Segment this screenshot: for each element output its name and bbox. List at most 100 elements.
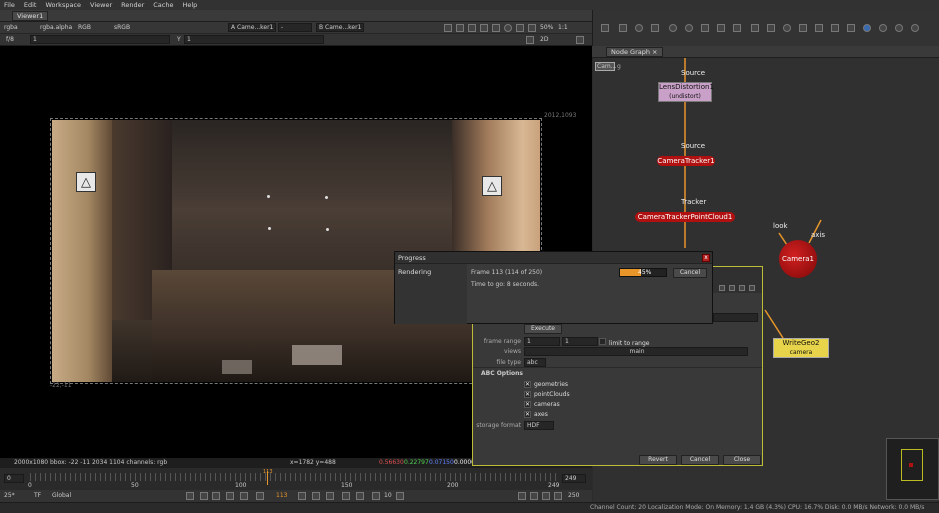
current-frame-field[interactable]: 113 <box>276 492 287 499</box>
alpha-select[interactable]: rgba.alpha <box>40 23 72 33</box>
menu-help[interactable]: Help <box>182 1 197 9</box>
keyer-icon[interactable] <box>701 24 709 32</box>
furnace-icon[interactable] <box>863 24 871 32</box>
colorspace-select[interactable]: RGB <box>78 23 91 33</box>
transform-icon[interactable] <box>733 24 741 32</box>
progress-cancel-button[interactable]: Cancel <box>673 268 707 278</box>
revert-button[interactable]: Revert <box>639 455 677 465</box>
pause-icon[interactable] <box>516 24 524 32</box>
frame-range-start[interactable]: 1 <box>524 337 560 346</box>
menu-render[interactable]: Render <box>121 1 144 9</box>
tf-select[interactable]: TF <box>34 492 41 499</box>
ocula-icon[interactable] <box>879 24 887 32</box>
refresh-icon[interactable] <box>504 24 512 32</box>
limit-to-range-checkbox[interactable]: limit to range <box>599 338 649 347</box>
global-select[interactable]: Global <box>52 492 71 499</box>
tab-node-graph[interactable]: Node Graph × <box>606 47 663 57</box>
input-b-select[interactable]: B Came...ker1 <box>316 23 364 32</box>
pointclouds-checkbox[interactable]: ✕ pointClouds <box>524 391 570 398</box>
skip-back-icon[interactable] <box>372 492 380 500</box>
fps-select[interactable]: 25* <box>4 492 15 499</box>
mask-icon[interactable] <box>468 24 476 32</box>
play-reverse-icon[interactable] <box>256 492 264 500</box>
views-icon[interactable] <box>767 24 775 32</box>
zoom-select[interactable]: 50% <box>540 23 553 33</box>
lock-icon[interactable] <box>526 36 534 44</box>
gain-slider[interactable]: 1 <box>30 35 170 44</box>
channel-icon[interactable] <box>651 24 659 32</box>
node-camera-tracker-point-cloud[interactable]: CameraTrackerPointCloud1 <box>635 212 735 222</box>
guides-icon[interactable] <box>480 24 488 32</box>
cancel-button[interactable]: Cancel <box>681 455 719 465</box>
particles-icon[interactable] <box>815 24 823 32</box>
lock-range-icon[interactable] <box>530 492 538 500</box>
frame-range-end[interactable]: 1 <box>562 337 598 346</box>
end-frame-field[interactable]: 250 <box>568 492 579 499</box>
time-icon[interactable] <box>635 24 643 32</box>
views-select[interactable]: main <box>524 347 748 356</box>
cache-icon[interactable] <box>528 24 536 32</box>
execute-button[interactable]: Execute <box>524 324 562 334</box>
merge-icon[interactable] <box>717 24 725 32</box>
progress-close-button[interactable]: x <box>702 254 710 262</box>
file-type-select[interactable]: abc <box>524 358 546 367</box>
color-icon[interactable] <box>669 24 677 32</box>
gamma-slider[interactable]: 1 <box>184 35 324 44</box>
set-out-icon[interactable] <box>356 492 364 500</box>
tab-viewer1[interactable]: Viewer1 <box>12 11 49 21</box>
file-path-field[interactable] <box>713 313 758 322</box>
camera-tag[interactable]: Cam... <box>595 62 616 71</box>
menu-workspace[interactable]: Workspace <box>45 1 81 9</box>
metadata-icon[interactable] <box>799 24 807 32</box>
timeline[interactable]: 0 113 0 50 100 150 200 249 249 <box>0 468 592 490</box>
proxy-icon[interactable] <box>456 24 464 32</box>
in-out-icon[interactable] <box>186 492 194 500</box>
view-mode-select[interactable]: 2D <box>540 35 548 45</box>
channels-select[interactable]: rgba <box>4 23 18 33</box>
flipbook-icon[interactable] <box>542 492 550 500</box>
next-keyframe-icon[interactable] <box>326 492 334 500</box>
prev-keyframe-icon[interactable] <box>226 492 234 500</box>
loop-icon[interactable] <box>518 492 526 500</box>
3d-icon[interactable] <box>751 24 759 32</box>
axes-checkbox[interactable]: ✕ axes <box>524 411 548 418</box>
downscale-icon[interactable] <box>492 24 500 32</box>
menu-viewer[interactable]: Viewer <box>90 1 112 9</box>
step-size-field[interactable]: 10 <box>384 492 392 499</box>
storage-format-select[interactable]: HDF <box>524 421 554 430</box>
skip-forward-icon[interactable] <box>396 492 404 500</box>
node-lens-distortion[interactable]: LensDistortion1 (undistort) <box>658 82 714 102</box>
node-writegeo[interactable]: WriteGeo2 camera <box>773 338 829 358</box>
node-camera[interactable]: Camera1 <box>779 240 817 278</box>
menu-edit[interactable]: Edit <box>24 1 37 9</box>
close-tab-icon[interactable]: × <box>652 48 657 56</box>
close-panel-icon[interactable] <box>749 285 755 291</box>
go-to-end-icon[interactable] <box>342 492 350 500</box>
other-icon[interactable] <box>847 24 855 32</box>
maximize-icon[interactable] <box>739 285 745 291</box>
node-graph-minimap[interactable] <box>886 438 939 500</box>
ratio-select[interactable]: 1:1 <box>558 23 568 33</box>
step-back-icon[interactable] <box>240 492 248 500</box>
gizmo-icon[interactable] <box>895 24 903 32</box>
menu-cache[interactable]: Cache <box>153 1 173 9</box>
close-button[interactable]: Close <box>723 455 761 465</box>
nuke-icon[interactable] <box>911 24 919 32</box>
roi-icon[interactable] <box>444 24 452 32</box>
timeline-ruler[interactable] <box>30 473 556 481</box>
set-in-icon[interactable] <box>200 492 208 500</box>
go-to-start-icon[interactable] <box>212 492 220 500</box>
play-forward-icon[interactable] <box>298 492 306 500</box>
filter-icon[interactable] <box>685 24 693 32</box>
node-camera-tracker[interactable]: CameraTracker1 <box>657 156 715 166</box>
menu-file[interactable]: File <box>4 1 15 9</box>
float-icon[interactable] <box>729 285 735 291</box>
cameras-checkbox[interactable]: ✕ cameras <box>524 401 560 408</box>
draw-icon[interactable] <box>619 24 627 32</box>
fstop-select[interactable]: f/8 <box>6 35 14 45</box>
deep-icon[interactable] <box>783 24 791 32</box>
lut-select[interactable]: sRGB <box>114 23 130 33</box>
step-forward-icon[interactable] <box>312 492 320 500</box>
input-a-select[interactable]: A Came...ker1 <box>228 23 276 32</box>
toolsets-icon[interactable] <box>831 24 839 32</box>
